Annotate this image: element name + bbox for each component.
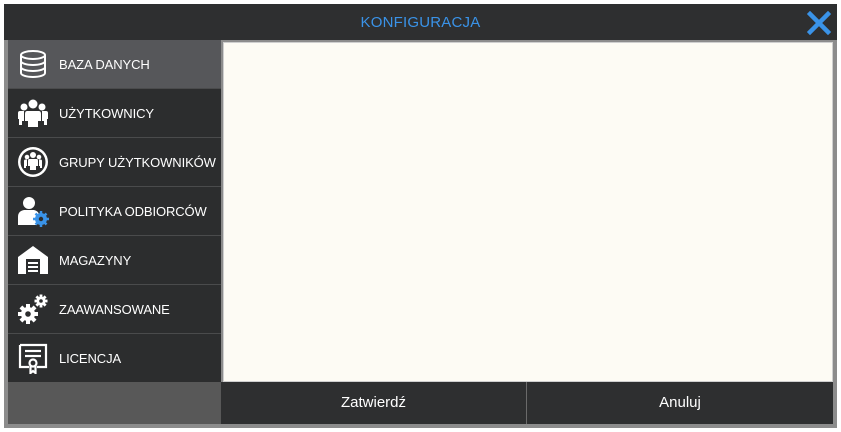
sidebar-item-label: ZAAWANSOWANE (59, 301, 170, 317)
confirm-button[interactable]: Zatwierdź (221, 382, 526, 424)
sidebar-item-label: UŻYTKOWNICY (59, 105, 154, 121)
sidebar: BAZA DANYCH UŻYTKOWNICY GRUPY UŻYTKOWNIK… (8, 40, 221, 382)
sidebar-item-label: POLITYKA ODBIORCÓW (59, 203, 207, 219)
close-icon[interactable] (806, 10, 832, 36)
sidebar-item-license[interactable]: LICENCJA (8, 334, 221, 382)
sidebar-item-label: MAGAZYNY (59, 252, 132, 268)
certificate-icon (16, 341, 50, 375)
database-icon (16, 47, 50, 81)
content-panel (223, 42, 833, 382)
warehouse-icon (16, 243, 50, 277)
cancel-button[interactable]: Anuluj (527, 382, 833, 424)
sidebar-item-label: LICENCJA (59, 350, 122, 366)
sidebar-item-label: BAZA DANYCH (59, 56, 150, 72)
sidebar-item-advanced[interactable]: ZAAWANSOWANE (8, 285, 221, 334)
user-settings-icon (16, 194, 50, 228)
sidebar-item-warehouses[interactable]: MAGAZYNY (8, 236, 221, 285)
gears-icon (16, 292, 50, 326)
dialog-title: KONFIGURACJA (360, 14, 481, 31)
title-bar: KONFIGURACJA (4, 4, 837, 40)
sidebar-item-database[interactable]: BAZA DANYCH (8, 40, 221, 89)
user-groups-icon (16, 145, 50, 179)
configuration-dialog: KONFIGURACJA BAZA DANYCH UŻYTKOWNICY GRU… (4, 4, 837, 428)
sidebar-item-label: GRUPY UŻYTKOWNIKÓW (59, 154, 216, 170)
users-icon (16, 96, 50, 130)
sidebar-item-user-groups[interactable]: GRUPY UŻYTKOWNIKÓW (8, 138, 221, 187)
sidebar-item-users[interactable]: UŻYTKOWNICY (8, 89, 221, 138)
sidebar-item-recipient-policy[interactable]: POLITYKA ODBIORCÓW (8, 187, 221, 236)
sidebar-footer-filler (8, 382, 221, 424)
